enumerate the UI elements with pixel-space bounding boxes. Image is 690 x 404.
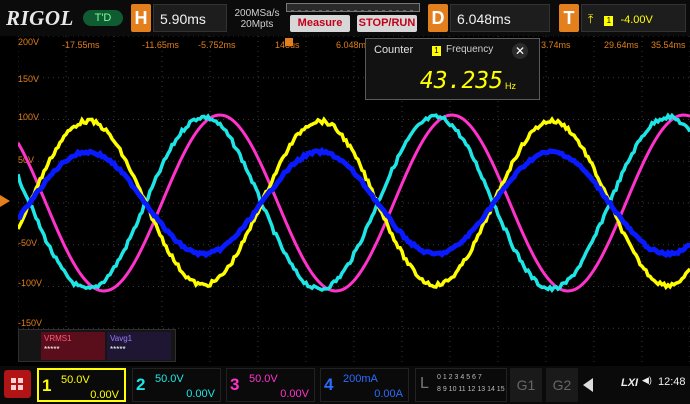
logic-letter: L <box>420 375 429 392</box>
meas-vrms-name: VRMS1 <box>44 334 72 343</box>
channel-3-offset: 0.00V <box>280 388 309 400</box>
trigger-channel-badge: 1 <box>604 16 614 26</box>
rigol-logo: RIGOL <box>6 6 74 30</box>
meas-vavg-value: ***** <box>110 345 126 354</box>
counter-panel: Counter 1 Frequency ✕ 43.235 Hz <box>365 38 540 100</box>
meas-vavg[interactable]: Vavg1 ***** <box>107 332 171 360</box>
clock-time: 12:48 <box>658 376 686 388</box>
counter-unit: Hz <box>505 81 516 91</box>
channel-1-scale: 50.0V <box>61 374 90 386</box>
logic-box[interactable]: L 0 1 2 3 4 5 6 7 8 9 10 11 12 13 14 15 <box>415 368 507 402</box>
channel-2-scale: 50.0V <box>155 373 184 385</box>
memory-position-bar <box>286 3 420 12</box>
counter-value: 43.235 <box>419 68 503 94</box>
menu-icon[interactable] <box>4 370 31 398</box>
measurement-panel: VRMS1 ***** Vavg1 ***** <box>18 329 176 362</box>
bottom-bar: 1 50.0V 0.00V 2 50.0V 0.00V 3 50.0V 0.00… <box>0 366 690 404</box>
channel-4-number: 4 <box>324 375 334 394</box>
channel-1-box[interactable]: 1 50.0V 0.00V <box>37 368 126 402</box>
lxi-icon: LXI <box>621 377 639 389</box>
channel-1-offset: 0.00V <box>90 389 119 401</box>
channel-4-scale: 200mA <box>343 373 378 385</box>
channel-4-box[interactable]: 4 200mA 0.00A <box>320 368 409 402</box>
trigger-level-marker[interactable] <box>0 195 10 207</box>
trigger-level: -4.00V <box>620 14 653 26</box>
logic-row-2: 8 9 10 11 12 13 14 15 <box>437 386 505 393</box>
trigger-edge-icon: ⤒ <box>588 12 594 26</box>
delay-letter[interactable]: D <box>428 4 448 32</box>
logic-row-1: 0 1 2 3 4 5 6 7 <box>437 374 482 381</box>
generator-1-button[interactable]: G1 <box>510 368 542 402</box>
collapse-arrow-icon[interactable] <box>583 378 593 392</box>
meas-vrms-value: ***** <box>44 345 60 354</box>
run-stop-button[interactable]: STOP/RUN <box>357 15 417 32</box>
channel-3-box[interactable]: 3 50.0V 0.00V <box>226 368 315 402</box>
top-bar: RIGOL T'D H 5.90ms 200MSa/s 20Mpts Measu… <box>0 0 690 36</box>
timebase-value[interactable]: 5.90ms <box>153 4 227 32</box>
counter-label: Frequency <box>446 44 494 55</box>
channel-3-number: 3 <box>230 375 240 394</box>
meas-vrms[interactable]: VRMS1 ***** <box>41 332 105 360</box>
counter-channel-badge: 1 <box>432 46 441 56</box>
generator-2-button[interactable]: G2 <box>546 368 578 402</box>
channel-2-number: 2 <box>136 375 146 394</box>
trigger-position-marker[interactable] <box>285 38 293 46</box>
channel-1-number: 1 <box>42 376 52 395</box>
memory-depth: 20Mpts <box>240 19 274 30</box>
speaker-icon[interactable]: ◀) <box>642 375 652 386</box>
channel-2-offset: 0.00V <box>186 388 215 400</box>
mode-badge[interactable]: T'D <box>83 10 123 26</box>
channel-4-offset: 0.00A <box>374 388 403 400</box>
trigger-panel[interactable]: ⤒ 1 -4.00V <box>581 4 686 32</box>
waveform-canvas[interactable] <box>18 36 690 370</box>
trigger-letter[interactable]: T <box>559 4 579 32</box>
delay-value[interactable]: 6.048ms <box>450 4 550 32</box>
counter-title: Counter <box>374 44 414 56</box>
sample-rate: 200MSa/s <box>234 8 280 19</box>
channel-3-scale: 50.0V <box>249 373 278 385</box>
channel-2-box[interactable]: 2 50.0V 0.00V <box>132 368 221 402</box>
waveform-display[interactable] <box>18 36 690 370</box>
measure-button[interactable]: Measure <box>290 15 350 32</box>
horizontal-letter[interactable]: H <box>131 4 151 32</box>
close-icon[interactable]: ✕ <box>512 43 528 59</box>
meas-vavg-name: Vavg1 <box>110 334 133 343</box>
